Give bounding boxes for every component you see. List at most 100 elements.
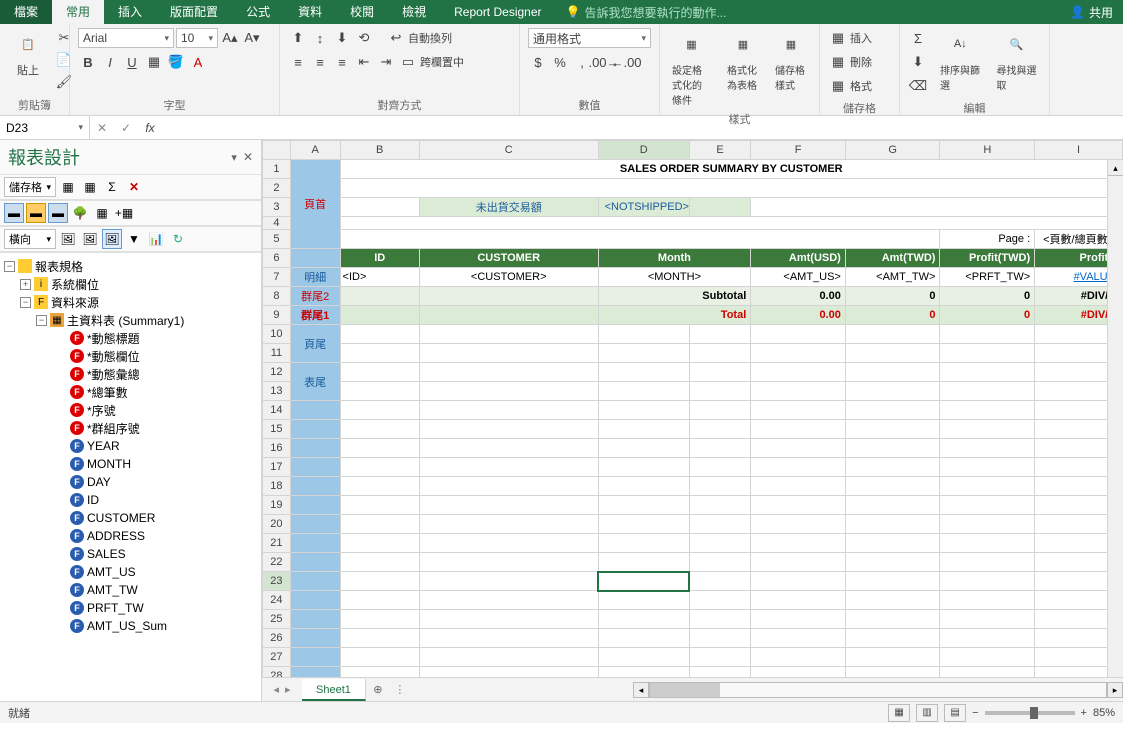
- cell[interactable]: [845, 382, 940, 401]
- cell[interactable]: [751, 496, 846, 515]
- cell[interactable]: [940, 401, 1035, 420]
- cell[interactable]: [290, 629, 340, 648]
- font-name-combo[interactable]: Arial▾: [78, 28, 174, 48]
- cell[interactable]: [940, 458, 1035, 477]
- tree-field[interactable]: AMT_US_Sum: [87, 619, 167, 633]
- cell[interactable]: [689, 420, 750, 439]
- cell[interactable]: [340, 610, 419, 629]
- toolbar-chart[interactable]: 📊: [146, 229, 166, 249]
- cell[interactable]: [290, 249, 340, 268]
- cell[interactable]: [290, 534, 340, 553]
- cell[interactable]: 明細: [290, 268, 340, 287]
- cell[interactable]: [598, 496, 689, 515]
- cell[interactable]: [419, 477, 598, 496]
- share-button[interactable]: 👤共用: [1060, 4, 1123, 21]
- row-header[interactable]: 2: [263, 179, 291, 198]
- close-panel-button[interactable]: ✕: [243, 150, 253, 164]
- row-header[interactable]: 21: [263, 534, 291, 553]
- vertical-scrollbar[interactable]: ▴: [1107, 160, 1123, 677]
- cell[interactable]: [751, 420, 846, 439]
- cell[interactable]: [940, 363, 1035, 382]
- row-header[interactable]: 15: [263, 420, 291, 439]
- cell[interactable]: [340, 306, 419, 325]
- cell[interactable]: [290, 439, 340, 458]
- cell[interactable]: 0: [845, 306, 940, 325]
- align-right-button[interactable]: ≡: [332, 52, 352, 72]
- col-header-I[interactable]: I: [1035, 141, 1123, 160]
- cell[interactable]: [845, 439, 940, 458]
- toolbar-btn-2[interactable]: ▦: [80, 177, 100, 197]
- cell[interactable]: [340, 591, 419, 610]
- cell[interactable]: [940, 344, 1035, 363]
- tree-field[interactable]: AMT_US: [87, 565, 136, 579]
- merge-button[interactable]: ▭: [398, 52, 418, 72]
- row-header[interactable]: 18: [263, 477, 291, 496]
- cell[interactable]: [598, 629, 689, 648]
- cell[interactable]: 0: [940, 287, 1035, 306]
- cell[interactable]: [340, 496, 419, 515]
- increase-font-button[interactable]: A▴: [220, 28, 240, 48]
- cell[interactable]: [845, 344, 940, 363]
- zoom-level[interactable]: 85%: [1093, 707, 1115, 719]
- tree-toggle[interactable]: −: [20, 297, 31, 308]
- cell[interactable]: Page :: [940, 230, 1035, 249]
- cell[interactable]: [689, 610, 750, 629]
- cell[interactable]: <ID>: [340, 268, 419, 287]
- toolbar-btn-add[interactable]: +▦: [114, 203, 134, 223]
- tab-home[interactable]: 常用: [52, 0, 104, 24]
- cell[interactable]: [290, 648, 340, 667]
- row-header[interactable]: 22: [263, 553, 291, 572]
- cell[interactable]: 0.00: [751, 287, 846, 306]
- cell[interactable]: [845, 629, 940, 648]
- horizontal-scrollbar[interactable]: ◂▸: [633, 682, 1123, 698]
- toolbar-section-2[interactable]: ▬: [26, 203, 46, 223]
- cell[interactable]: [751, 610, 846, 629]
- row-header[interactable]: 11: [263, 344, 291, 363]
- cell[interactable]: [689, 667, 750, 678]
- toolbar-btn-tree[interactable]: 🌳: [70, 203, 90, 223]
- font-size-combo[interactable]: 10▾: [176, 28, 218, 48]
- tree-toggle[interactable]: −: [36, 315, 47, 326]
- enter-formula-button[interactable]: ✓: [114, 121, 138, 135]
- cell[interactable]: [340, 401, 419, 420]
- tree-field[interactable]: AMT_TW: [87, 583, 138, 597]
- cell[interactable]: [340, 344, 419, 363]
- cell[interactable]: [598, 344, 689, 363]
- cell[interactable]: [845, 458, 940, 477]
- toolbar-img-2[interactable]: 🖼: [80, 229, 100, 249]
- toolbar-img-3[interactable]: 🖼: [102, 229, 122, 249]
- cell[interactable]: [419, 306, 598, 325]
- cell[interactable]: [751, 382, 846, 401]
- cell[interactable]: [419, 553, 598, 572]
- cell[interactable]: 群尾1: [290, 306, 340, 325]
- cell[interactable]: [689, 553, 750, 572]
- cell[interactable]: 頁首: [290, 160, 340, 249]
- cell[interactable]: Subtotal: [598, 287, 751, 306]
- tree-toggle[interactable]: +: [20, 279, 31, 290]
- cell[interactable]: [290, 667, 340, 678]
- cell[interactable]: Month: [598, 249, 751, 268]
- cell[interactable]: [598, 401, 689, 420]
- cell[interactable]: [689, 458, 750, 477]
- cell[interactable]: [290, 515, 340, 534]
- cell[interactable]: [845, 515, 940, 534]
- prev-sheet-button[interactable]: ◂: [273, 683, 279, 696]
- tree-field[interactable]: *群組序號: [87, 420, 140, 437]
- cell[interactable]: <MONTH>: [598, 268, 751, 287]
- cell[interactable]: [419, 591, 598, 610]
- cell[interactable]: [751, 198, 1123, 217]
- tab-insert[interactable]: 插入: [104, 0, 156, 24]
- percent-button[interactable]: %: [550, 52, 570, 72]
- cell[interactable]: [419, 667, 598, 678]
- cell[interactable]: [290, 553, 340, 572]
- row-header[interactable]: 7: [263, 268, 291, 287]
- cell[interactable]: 0.00: [751, 306, 846, 325]
- cell[interactable]: [689, 325, 750, 344]
- col-header-E[interactable]: E: [689, 141, 750, 160]
- cell[interactable]: [751, 534, 846, 553]
- row-header[interactable]: 27: [263, 648, 291, 667]
- conditional-format-button[interactable]: ▦設定格式化的條件: [666, 26, 717, 109]
- cell[interactable]: [419, 629, 598, 648]
- cell[interactable]: Total: [598, 306, 751, 325]
- zoom-slider[interactable]: [985, 711, 1075, 715]
